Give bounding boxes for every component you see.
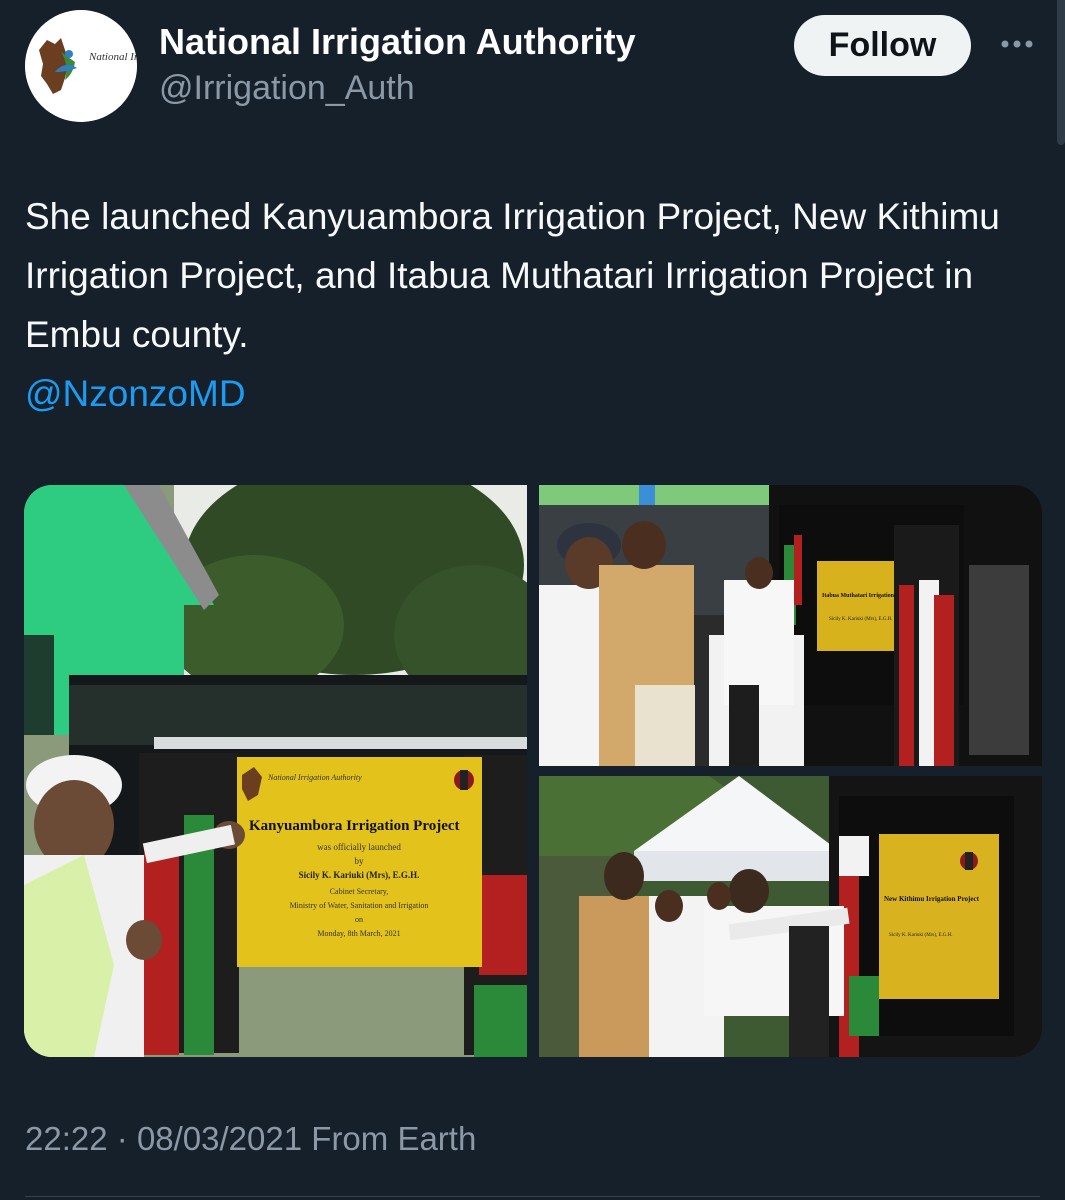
author-handle[interactable]: @Irrigation_Auth	[159, 66, 636, 110]
photo-itabua-muthatari-launch[interactable]: Itabua Muthatari Irrigation Pr Sicily K.…	[539, 485, 1042, 766]
kenya-coat-of-arms-icon	[454, 770, 474, 790]
avatar-logo-text: National Irrigation Authority	[88, 51, 137, 63]
plaque-title: New Kithimu Irrigation Project	[884, 895, 980, 903]
nia-logo-icon: National Irrigation Authority	[25, 10, 137, 122]
photo-new-kithimu-launch[interactable]: New Kithimu Irrigation Project Sicily K.…	[539, 776, 1042, 1057]
tweet-container: National Irrigation Authority National I…	[0, 0, 1065, 1200]
meta-separator: ·	[116, 1120, 128, 1157]
plaque-title: Kanyuambora Irrigation Project	[249, 818, 460, 834]
author-block: National Irrigation Authority @Irrigatio…	[159, 18, 636, 110]
tweet-source: From Earth	[311, 1120, 477, 1157]
tweet-body: She launched Kanyuambora Irrigation Proj…	[25, 187, 1035, 423]
plaque-title: Itabua Muthatari Irrigation Pr	[822, 593, 902, 599]
plaque-name: Sicily K. Kariuki (Mrs), E.G.H.	[299, 870, 420, 880]
author-avatar[interactable]: National Irrigation Authority	[25, 10, 137, 122]
photo-kanyuambora-launch[interactable]: National Irrigation Authority Kanyuambor…	[24, 485, 527, 1057]
plaque-date: Monday, 8th March, 2021	[317, 929, 400, 938]
more-options-button[interactable]	[995, 26, 1039, 62]
plaque-line-1: was officially launched	[317, 842, 401, 852]
plaque-name: Sicily K. Kariuki (Mrs), E.G.H.	[889, 933, 952, 938]
plaque-name: Sicily K. Kariuki (Mrs), E.G.H.	[829, 617, 892, 622]
tweet-text: She launched Kanyuambora Irrigation Proj…	[25, 196, 1000, 355]
plaque-line-2: by	[355, 856, 365, 866]
follow-button[interactable]: Follow	[794, 15, 971, 76]
kenya-coat-of-arms-icon	[960, 852, 978, 870]
more-horizontal-icon	[1001, 40, 1033, 48]
scrollbar[interactable]	[1057, 0, 1065, 145]
plaque-role: Cabinet Secretary,	[330, 887, 389, 896]
media-grid: National Irrigation Authority Kanyuambor…	[24, 485, 1042, 1057]
plaque-logo-text: National Irrigation Authority	[267, 773, 362, 782]
author-display-name[interactable]: National Irrigation Authority	[159, 18, 636, 66]
divider	[25, 1196, 1040, 1197]
tweet-metadata: 22:22 · 08/03/2021 From Earth	[25, 1120, 476, 1158]
plaque-on: on	[355, 915, 363, 924]
tweet-date[interactable]: 08/03/2021	[137, 1120, 302, 1157]
plaque-ministry: Ministry of Water, Sanitation and Irriga…	[290, 901, 429, 910]
mention-link[interactable]: @NzonzoMD	[25, 364, 1035, 423]
tweet-time[interactable]: 22:22	[25, 1120, 108, 1157]
